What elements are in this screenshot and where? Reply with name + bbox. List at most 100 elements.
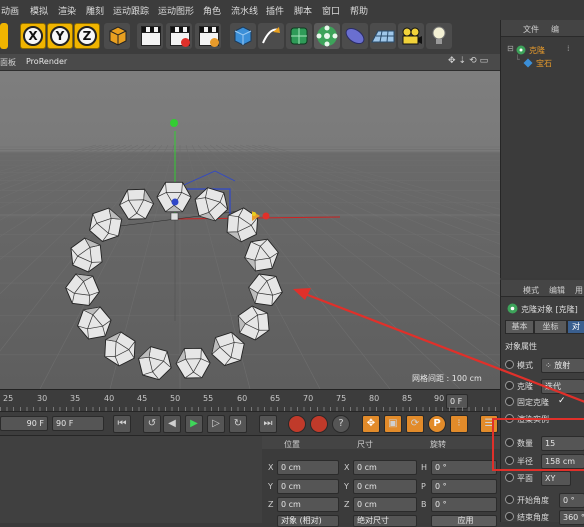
go-to-end-icon[interactable]: ⏭: [259, 415, 277, 433]
clone-label: 克隆: [517, 382, 533, 391]
coord-header-position: 位置: [284, 440, 300, 449]
menu-character[interactable]: 角色: [203, 4, 221, 17]
tick-label: 70: [303, 394, 314, 403]
auto-key-icon[interactable]: [310, 415, 328, 433]
mode-dropdown[interactable]: ⁘ 放射: [541, 358, 584, 373]
size-x-field[interactable]: 0 cm: [353, 460, 417, 475]
world-coordinates-icon[interactable]: [104, 23, 130, 49]
mode-label: 模式: [517, 361, 533, 370]
fixed-clone-checkbox[interactable]: ✓: [558, 396, 566, 406]
next-key-icon[interactable]: ↻: [229, 415, 247, 433]
menu-render[interactable]: 渲染: [58, 4, 76, 17]
render-view-icon[interactable]: [137, 23, 163, 49]
floor-icon[interactable]: [370, 23, 396, 49]
z-axis-lock-icon[interactable]: Z: [74, 23, 100, 49]
attr-tab-edit[interactable]: 编辑: [549, 285, 565, 296]
light-icon[interactable]: [426, 23, 452, 49]
position-z-field[interactable]: 0 cm: [277, 497, 339, 512]
start-angle-field[interactable]: 0 °: [559, 493, 584, 508]
attr-subtab-coord[interactable]: 坐标: [534, 320, 567, 334]
menu-sculpt[interactable]: 雕刻: [86, 4, 104, 17]
position-x-field[interactable]: 0 cm: [277, 460, 339, 475]
previous-key-icon[interactable]: ↺: [143, 415, 161, 433]
axis-label-x: X: [268, 463, 274, 472]
radius-field[interactable]: 158 cm: [541, 454, 584, 469]
clone-dropdown[interactable]: 迭代: [541, 379, 584, 394]
start-frame-field[interactable]: 90 F: [0, 416, 48, 431]
transport-bar: 90 F 90 F ⏮ ↺ ◀ ▶ ▷ ↻ ⏭ ? ✥ ▣ ⟳ P ⁝ ☰: [0, 411, 500, 436]
deformer-icon[interactable]: [342, 23, 368, 49]
viewport-nav-icons[interactable]: ✥⇣⟲▭: [448, 56, 491, 66]
tick-label: 45: [137, 394, 148, 403]
y-axis-lock-icon[interactable]: Y: [47, 23, 73, 49]
attr-row-plane: 平面: [505, 473, 533, 484]
pla-key-icon[interactable]: ⁝: [450, 415, 468, 433]
rotation-b-field[interactable]: 0 °: [431, 497, 497, 512]
keyframe-selection-icon[interactable]: ?: [332, 415, 350, 433]
attr-subtab-object[interactable]: 对: [567, 320, 584, 334]
go-to-start-icon[interactable]: ⏮: [113, 415, 131, 433]
viewport-tab-prorender[interactable]: ProRender: [26, 57, 67, 66]
x-axis-label: X: [23, 26, 43, 46]
undo-icon[interactable]: [0, 23, 8, 49]
menu-script[interactable]: 脚本: [294, 4, 312, 17]
pen-spline-icon[interactable]: [258, 23, 284, 49]
tick-label: 55: [203, 394, 214, 403]
grid-line: [0, 144, 115, 185]
timeline-ruler[interactable]: 25 30 35 40 45 50 55 60 65 70 75 80 85 9…: [0, 389, 500, 412]
icosahedron-clone: [65, 273, 100, 306]
tick-label: 60: [237, 394, 248, 403]
viewport-tab-panel[interactable]: 面板: [0, 57, 16, 68]
next-frame-icon[interactable]: ▷: [207, 415, 225, 433]
record-icon[interactable]: [288, 415, 306, 433]
menu-plugins[interactable]: 插件: [266, 4, 284, 17]
icosahedron-clone: [248, 273, 283, 307]
timeline-menu-icon[interactable]: ☰: [480, 415, 498, 433]
attr-subtab-basic[interactable]: 基本: [505, 320, 534, 334]
object-tab-edit[interactable]: 编: [551, 24, 559, 35]
tree-branch-icon: └: [515, 55, 520, 64]
rotation-p-field[interactable]: 0 °: [431, 479, 497, 494]
previous-frame-icon[interactable]: ◀: [163, 415, 181, 433]
apply-button[interactable]: 应用: [431, 515, 497, 527]
plane-dropdown[interactable]: XY: [541, 471, 571, 486]
size-mode-dropdown[interactable]: 绝对尺寸: [353, 515, 417, 527]
camera-icon[interactable]: [398, 23, 424, 49]
cloner-icon[interactable]: [314, 23, 340, 49]
visibility-dots-icon[interactable]: ⁞: [567, 44, 570, 53]
edit-render-settings-icon[interactable]: [195, 23, 221, 49]
menu-motion-tracking[interactable]: 运动跟踪: [113, 4, 149, 17]
object-row-gem[interactable]: └ 宝石: [515, 55, 583, 70]
x-axis-lock-icon[interactable]: X: [20, 23, 46, 49]
menu-animation[interactable]: 动画: [1, 4, 19, 17]
size-z-field[interactable]: 0 cm: [353, 497, 417, 512]
size-y-field[interactable]: 0 cm: [353, 479, 417, 494]
radial-mode-icon: ⁘: [545, 361, 555, 370]
menu-mograph[interactable]: 运动图形: [158, 4, 194, 17]
end-angle-field[interactable]: 360 °: [559, 510, 584, 525]
render-to-picture-viewer-icon[interactable]: [166, 23, 192, 49]
param-key-icon[interactable]: P: [428, 415, 446, 433]
3d-viewport[interactable]: 网格间距 : 100 cm: [0, 71, 500, 389]
object-tab-file[interactable]: 文件: [523, 24, 539, 35]
axis-label-x: X: [344, 463, 350, 472]
count-field[interactable]: 15: [541, 436, 584, 451]
play-icon[interactable]: ▶: [185, 415, 203, 433]
attr-tab-user[interactable]: 用: [575, 285, 583, 296]
object-mode-dropdown[interactable]: 对象 (相对): [277, 515, 339, 527]
rotation-h-field[interactable]: 0 °: [431, 460, 497, 475]
cube-primitive-icon[interactable]: [230, 23, 256, 49]
end-angle-label: 结束角度: [517, 513, 549, 522]
attr-tab-mode[interactable]: 模式: [523, 285, 539, 296]
menu-simulate[interactable]: 模拟: [30, 4, 48, 17]
end-frame-field[interactable]: 90 F: [52, 416, 104, 431]
subdivision-surface-icon[interactable]: [286, 23, 312, 49]
menu-help[interactable]: 帮助: [350, 4, 368, 17]
y-axis-label: Y: [50, 26, 70, 46]
rotate-key-icon[interactable]: ⟳: [406, 415, 424, 433]
move-key-icon[interactable]: ✥: [362, 415, 380, 433]
position-y-field[interactable]: 0 cm: [277, 479, 339, 494]
menu-pipeline[interactable]: 流水线: [231, 4, 258, 17]
scale-key-icon[interactable]: ▣: [384, 415, 402, 433]
menu-window[interactable]: 窗口: [322, 4, 340, 17]
